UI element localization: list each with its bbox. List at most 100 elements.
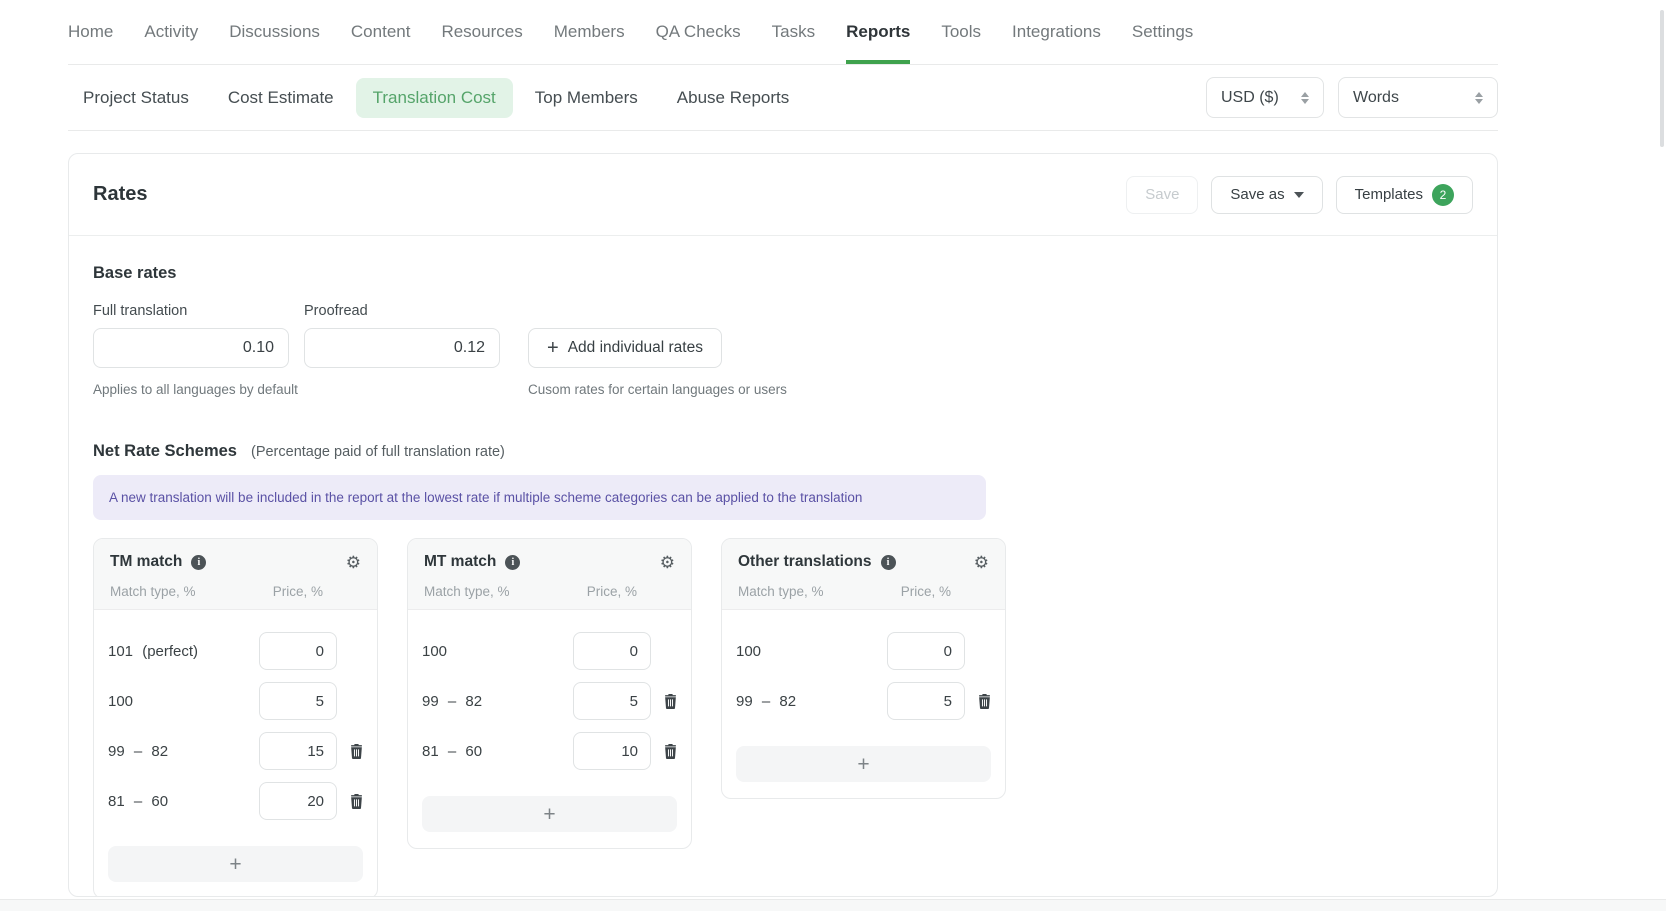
rate-row: 101 (perfect) — [108, 632, 363, 670]
nav-item[interactable]: Reports — [846, 0, 910, 64]
nav-item[interactable]: Activity — [144, 0, 198, 64]
match-type-label: 100 — [108, 693, 259, 710]
match-type-column-header: Match type, % — [738, 584, 824, 599]
sort-arrows-icon — [1475, 92, 1483, 104]
save-as-label: Save as — [1230, 186, 1284, 203]
price-input[interactable] — [259, 782, 337, 820]
add-rate-row-button[interactable]: + — [422, 796, 677, 832]
unit-select-value: Words — [1353, 89, 1399, 107]
sort-arrows-icon — [1301, 92, 1309, 104]
full-translation-rate-input[interactable] — [93, 328, 289, 368]
nav-item[interactable]: Tools — [941, 0, 981, 64]
individual-rates-helper-text: Cusom rates for certain languages or use… — [528, 382, 787, 397]
other-translations-scheme-card: Other translations i ⚙ Match type, % Pri… — [721, 538, 1006, 799]
base-rates-heading: Base rates — [93, 264, 1473, 283]
rate-row: 99 – 82 — [736, 682, 991, 720]
nav-item[interactable]: Content — [351, 0, 411, 64]
price-input[interactable] — [573, 632, 651, 670]
trash-icon[interactable] — [965, 694, 991, 709]
report-unit-select[interactable]: Words — [1338, 77, 1498, 118]
plus-icon: + — [547, 338, 559, 358]
scheme-title: Other translations — [738, 553, 872, 571]
add-rate-row-button[interactable]: + — [108, 846, 363, 882]
report-tab[interactable]: Project Status — [66, 78, 206, 118]
currency-select[interactable]: USD ($) — [1206, 77, 1324, 118]
add-individual-rates-button[interactable]: + Add individual rates — [528, 328, 722, 368]
rate-row: 81 – 60 — [108, 782, 363, 820]
price-input[interactable] — [887, 682, 965, 720]
page-title: Rates — [93, 183, 147, 206]
add-individual-rates-label: Add individual rates — [568, 339, 703, 357]
info-icon[interactable]: i — [881, 555, 896, 570]
report-tab[interactable]: Top Members — [518, 78, 655, 118]
scheme-header: TM match i ⚙ Match type, % Price, % — [94, 539, 377, 610]
rate-row: 100 — [736, 632, 991, 670]
nav-item[interactable]: Tasks — [772, 0, 815, 64]
net-rate-schemes-heading: Net Rate Schemes — [93, 442, 237, 461]
scheme-header: Other translations i ⚙ Match type, % Pri… — [722, 539, 1005, 610]
price-input[interactable] — [259, 732, 337, 770]
rate-row: 99 – 82 — [108, 732, 363, 770]
reports-subnav: Project StatusCost EstimateTranslation C… — [68, 65, 1498, 131]
full-translation-label: Full translation — [93, 303, 289, 319]
rates-card-header: Rates Save Save as Templates 2 — [69, 154, 1497, 236]
match-type-column-header: Match type, % — [110, 584, 196, 599]
rate-row: 81 – 60 — [422, 732, 677, 770]
report-tabs: Project StatusCost EstimateTranslation C… — [66, 78, 806, 118]
scheme-title: MT match — [424, 553, 496, 571]
nav-item[interactable]: Home — [68, 0, 113, 64]
gear-icon[interactable]: ⚙ — [346, 554, 361, 571]
net-rate-schemes-subheading: (Percentage paid of full translation rat… — [251, 444, 505, 460]
report-tab[interactable]: Translation Cost — [356, 78, 513, 118]
report-tab[interactable]: Abuse Reports — [660, 78, 806, 118]
info-icon[interactable]: i — [505, 555, 520, 570]
match-type-column-header: Match type, % — [424, 584, 510, 599]
nav-item[interactable]: Resources — [441, 0, 522, 64]
scheme-title: TM match — [110, 553, 182, 571]
nav-item[interactable]: Settings — [1132, 0, 1193, 64]
price-column-header: Price, % — [901, 584, 951, 599]
match-type-label: 99 – 82 — [108, 743, 259, 760]
nav-item[interactable]: QA Checks — [656, 0, 741, 64]
match-type-label: 100 — [422, 643, 573, 660]
rate-row: 100 — [108, 682, 363, 720]
proofread-rate-input[interactable] — [304, 328, 500, 368]
price-input[interactable] — [259, 632, 337, 670]
price-input[interactable] — [259, 682, 337, 720]
price-column-header: Price, % — [587, 584, 637, 599]
mt-match-scheme-card: MT match i ⚙ Match type, % Price, % 100 9… — [407, 538, 692, 849]
rate-row: 100 — [422, 632, 677, 670]
full-translation-field: Full translation — [93, 303, 289, 368]
save-as-button[interactable]: Save as — [1211, 176, 1322, 214]
info-icon[interactable]: i — [191, 555, 206, 570]
add-rate-row-button[interactable]: + — [736, 746, 991, 782]
nav-item[interactable]: Discussions — [229, 0, 320, 64]
gear-icon[interactable]: ⚙ — [974, 554, 989, 571]
match-type-label: 100 — [736, 643, 887, 660]
trash-icon[interactable] — [337, 744, 363, 759]
price-input[interactable] — [573, 732, 651, 770]
report-tab[interactable]: Cost Estimate — [211, 78, 351, 118]
nav-item[interactable]: Integrations — [1012, 0, 1101, 64]
match-type-label: 99 – 82 — [422, 693, 573, 710]
price-input[interactable] — [573, 682, 651, 720]
templates-button[interactable]: Templates 2 — [1336, 176, 1473, 214]
match-type-label: 101 (perfect) — [108, 643, 259, 660]
match-type-label: 81 – 60 — [422, 743, 573, 760]
match-type-label: 81 – 60 — [108, 793, 259, 810]
nav-item[interactable]: Members — [554, 0, 625, 64]
trash-icon[interactable] — [337, 794, 363, 809]
price-input[interactable] — [887, 632, 965, 670]
save-button[interactable]: Save — [1126, 176, 1198, 214]
trash-icon[interactable] — [651, 694, 677, 709]
base-rates-helper-text: Applies to all languages by default — [93, 382, 528, 397]
scrollbar-thumb[interactable] — [1660, 10, 1664, 147]
templates-label: Templates — [1355, 186, 1423, 203]
trash-icon[interactable] — [651, 744, 677, 759]
price-column-header: Price, % — [273, 584, 323, 599]
currency-select-value: USD ($) — [1221, 89, 1279, 107]
match-type-label: 99 – 82 — [736, 693, 887, 710]
chevron-down-icon — [1294, 192, 1304, 198]
proofread-field: Proofread — [304, 303, 500, 368]
gear-icon[interactable]: ⚙ — [660, 554, 675, 571]
